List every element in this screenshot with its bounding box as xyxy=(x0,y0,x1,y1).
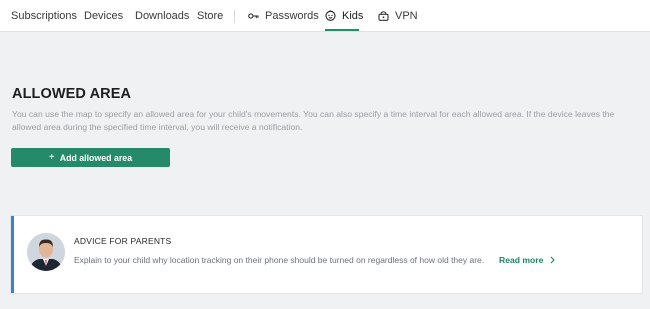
add-allowed-area-button[interactable]: + Add allowed area xyxy=(11,148,170,167)
add-button-label: Add allowed area xyxy=(59,152,133,163)
nav-label: Subscriptions xyxy=(11,9,78,22)
nav-subscriptions[interactable]: Subscriptions xyxy=(11,0,77,31)
kids-face-icon xyxy=(325,10,336,21)
nav-label: Passwords xyxy=(265,9,319,22)
active-tab-indicator xyxy=(325,29,359,31)
key-icon xyxy=(248,12,259,20)
avatar xyxy=(27,233,65,271)
page-description: You can use the map to specify an allowe… xyxy=(12,109,615,132)
top-navigation: Subscriptions Devices Downloads Store Pa… xyxy=(0,0,650,32)
advice-text: Explain to your child why location track… xyxy=(74,255,485,265)
nav-label: Downloads xyxy=(135,9,190,22)
nav-kids[interactable]: Kids xyxy=(325,0,363,31)
advice-card: ADVICE FOR PARENTS Explain to your child… xyxy=(11,216,642,293)
nav-label: Kids xyxy=(342,9,364,22)
nav-divider xyxy=(234,10,235,23)
advice-title: ADVICE FOR PARENTS xyxy=(74,236,172,246)
nav-vpn[interactable]: VPN xyxy=(378,0,418,31)
chevron-right-icon xyxy=(550,256,556,264)
read-more-link[interactable]: Read more xyxy=(499,255,556,265)
nav-label: Devices xyxy=(84,9,124,22)
nav-label: Store xyxy=(197,9,224,22)
nav-passwords[interactable]: Passwords xyxy=(248,0,319,31)
plus-icon: + xyxy=(48,152,55,163)
nav-devices[interactable]: Devices xyxy=(84,0,123,31)
nav-label: VPN xyxy=(395,9,418,22)
page-title: ALLOWED AREA xyxy=(12,86,132,102)
nav-downloads[interactable]: Downloads xyxy=(135,0,189,31)
vpn-lock-icon xyxy=(378,10,389,21)
read-more-label: Read more xyxy=(499,255,544,265)
nav-store[interactable]: Store xyxy=(197,0,223,31)
